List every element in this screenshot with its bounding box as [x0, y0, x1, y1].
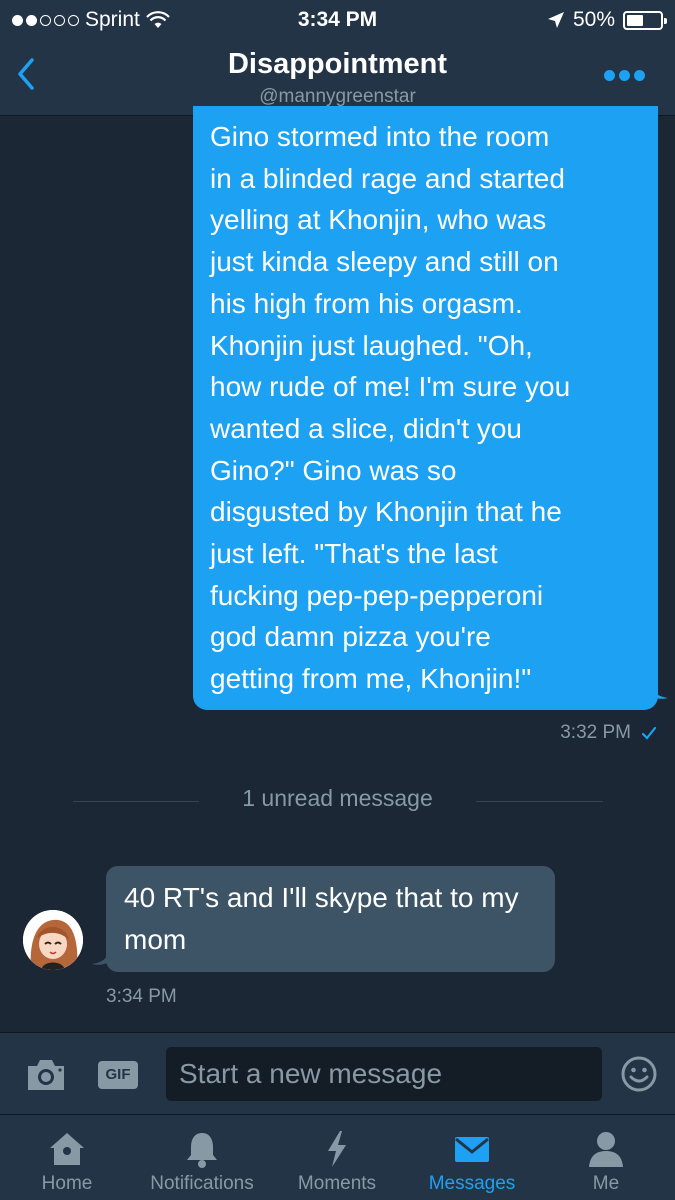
tab-messages-label: Messages	[428, 1173, 516, 1194]
tab-home-label: Home	[41, 1173, 93, 1194]
tab-messages[interactable]: Messages	[420, 1115, 524, 1200]
conversation-header: Disappointment @mannygreenstar	[0, 40, 675, 116]
avatar-illustration	[23, 910, 83, 970]
gif-button[interactable]: GIF	[98, 1061, 138, 1089]
received-message-time: 3:34 PM	[106, 986, 177, 1007]
message-input[interactable]	[166, 1047, 602, 1101]
sent-message-time: 3:32 PM	[560, 722, 631, 743]
unread-divider-label: 1 unread message	[242, 785, 433, 811]
battery-level	[627, 14, 643, 26]
battery-icon	[623, 10, 667, 30]
tab-moments[interactable]: Moments	[286, 1115, 388, 1200]
sent-message-bubble[interactable]: Gino stormed into the room in a blinded …	[193, 106, 658, 710]
sent-bubble-tail	[650, 680, 668, 699]
envelope-icon	[455, 1137, 489, 1162]
smiley-icon	[621, 1056, 657, 1092]
person-icon	[589, 1132, 623, 1167]
checkmark-icon	[641, 726, 657, 740]
received-message-bubble[interactable]: 40 RT's and I'll skype that to my mom	[106, 866, 555, 972]
lightning-icon	[328, 1131, 346, 1167]
tab-home[interactable]: Home	[22, 1115, 112, 1200]
divider-line-right	[476, 801, 603, 802]
home-icon	[50, 1133, 84, 1165]
tab-notifications[interactable]: Notifications	[138, 1115, 266, 1200]
more-options-icon[interactable]	[604, 70, 645, 81]
tab-moments-label: Moments	[297, 1173, 377, 1194]
tab-me-label: Me	[592, 1173, 620, 1194]
location-arrow-icon	[547, 12, 564, 28]
sender-avatar[interactable]	[23, 910, 83, 970]
status-bar: Sprint 3:34 PM 50%	[0, 0, 675, 40]
status-right: 50%	[547, 8, 667, 32]
camera-icon	[28, 1060, 64, 1090]
tab-me[interactable]: Me	[576, 1115, 636, 1200]
bell-icon	[187, 1133, 217, 1168]
tab-bar: Home Notifications Moments Messages Me	[0, 1114, 675, 1200]
sent-message-meta: 3:32 PM	[560, 722, 657, 744]
message-composer: GIF	[0, 1032, 675, 1114]
tab-notifications-label: Notifications	[150, 1173, 254, 1194]
battery-percent: 50%	[572, 8, 615, 31]
conversation-title: Disappointment	[227, 48, 448, 80]
conversation-handle: @mannygreenstar	[259, 86, 416, 107]
emoji-button[interactable]	[620, 1055, 658, 1093]
camera-button[interactable]	[24, 1054, 68, 1094]
